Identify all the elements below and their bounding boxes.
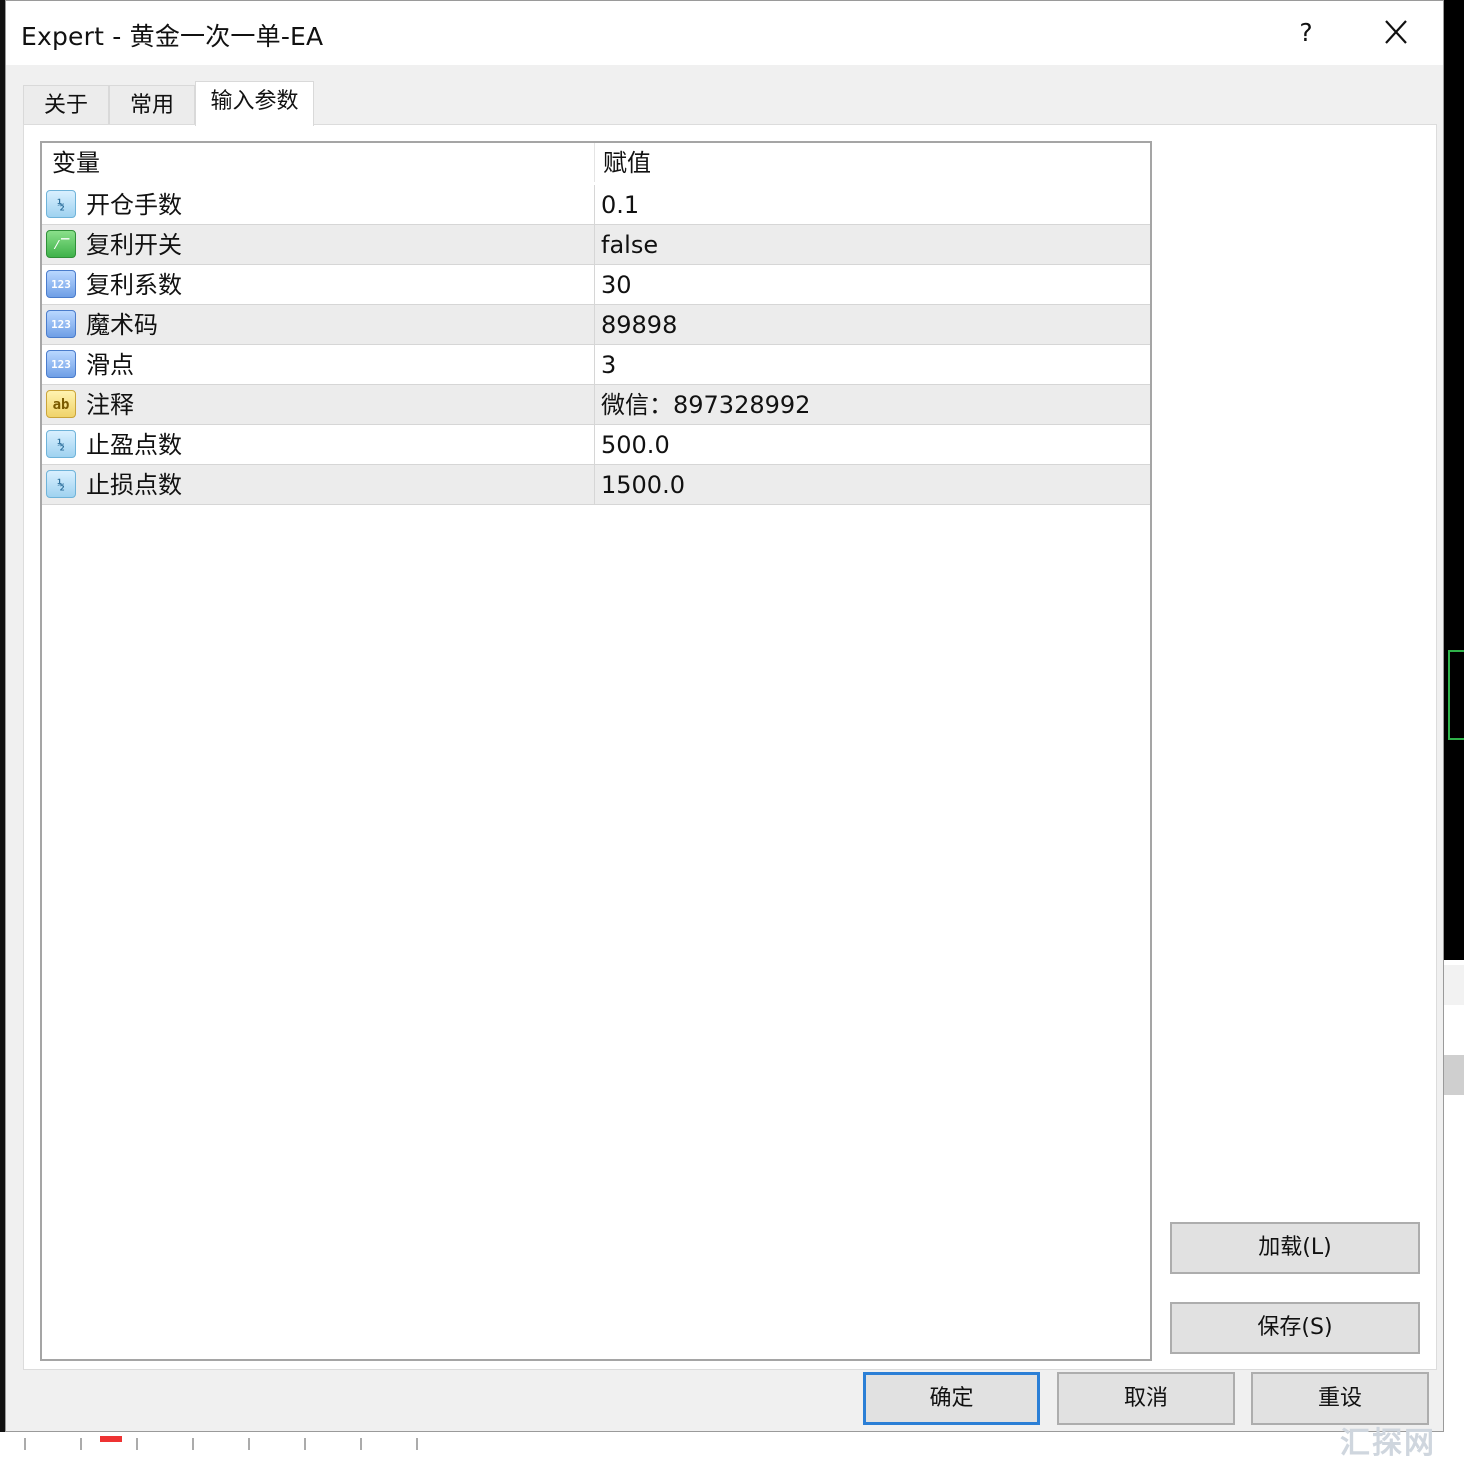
close-button[interactable] [1376, 15, 1416, 51]
column-header-variable: 变量 [52, 149, 100, 177]
dialog-title: Expert - 黄金一次一单-EA [21, 22, 324, 51]
tab-inputs[interactable]: 输入参数 [195, 81, 314, 126]
parameter-name: 止盈点数 [86, 431, 182, 459]
inputs-panel: 变量 赋值 ½ 开仓手数 0.1 ⁄‾ 复利开关 false 123 复利系数 … [23, 124, 1437, 1370]
table-row[interactable]: ab 注释 微信：897328992 [42, 385, 1150, 425]
table-row[interactable]: ½ 止盈点数 500.0 [42, 425, 1150, 465]
table-header: 变量 赋值 [42, 143, 1150, 185]
expert-properties-dialog: Expert - 黄金一次一单-EA ? 关于 常用 输入参数 变量 赋值 ½ … [5, 0, 1444, 1432]
double-value-icon: ½ [46, 470, 76, 498]
double-value-icon: ½ [46, 430, 76, 458]
table-row[interactable]: ⁄‾ 复利开关 false [42, 225, 1150, 265]
parameter-value[interactable]: 30 [601, 265, 632, 304]
background-app-panel [1444, 0, 1464, 1460]
tab-common[interactable]: 常用 [109, 85, 195, 125]
table-row[interactable]: ½ 开仓手数 0.1 [42, 185, 1150, 225]
help-button[interactable]: ? [1286, 15, 1326, 51]
title-bar: Expert - 黄金一次一单-EA ? [6, 1, 1443, 65]
cancel-button[interactable]: 取消 [1057, 1372, 1235, 1425]
table-row[interactable]: 123 魔术码 89898 [42, 305, 1150, 345]
double-value-icon: ½ [46, 190, 76, 218]
parameter-value[interactable]: false [601, 225, 658, 264]
parameter-value[interactable]: 3 [601, 345, 616, 384]
background-app-ruler [0, 1432, 1464, 1460]
parameter-value[interactable]: 1500.0 [601, 465, 685, 504]
ok-button[interactable]: 确定 [863, 1372, 1040, 1425]
parameter-value[interactable]: 500.0 [601, 425, 670, 464]
parameters-table: 变量 赋值 ½ 开仓手数 0.1 ⁄‾ 复利开关 false 123 复利系数 … [40, 141, 1152, 1361]
parameter-name: 魔术码 [86, 311, 158, 339]
parameter-value[interactable]: 微信：897328992 [601, 385, 810, 424]
parameter-name: 开仓手数 [86, 191, 182, 219]
save-button[interactable]: 保存(S) [1170, 1302, 1420, 1354]
table-row[interactable]: 123 复利系数 30 [42, 265, 1150, 305]
parameter-name: 注释 [86, 391, 134, 419]
parameter-name: 滑点 [86, 351, 134, 379]
parameter-value[interactable]: 89898 [601, 305, 677, 344]
table-row[interactable]: 123 滑点 3 [42, 345, 1150, 385]
load-button[interactable]: 加载(L) [1170, 1222, 1420, 1274]
bool-value-icon: ⁄‾ [46, 230, 76, 258]
parameter-name: 复利开关 [86, 231, 182, 259]
tab-about[interactable]: 关于 [23, 85, 109, 125]
watermark: 汇探网 [1340, 1426, 1436, 1461]
close-icon [1385, 20, 1407, 44]
parameter-value[interactable]: 0.1 [601, 185, 639, 224]
string-value-icon: ab [46, 390, 76, 418]
parameter-name: 复利系数 [86, 271, 182, 299]
table-row[interactable]: ½ 止损点数 1500.0 [42, 465, 1150, 505]
column-header-value: 赋值 [603, 149, 651, 177]
integer-value-icon: 123 [46, 310, 76, 338]
parameter-name: 止损点数 [86, 471, 182, 499]
integer-value-icon: 123 [46, 350, 76, 378]
integer-value-icon: 123 [46, 270, 76, 298]
